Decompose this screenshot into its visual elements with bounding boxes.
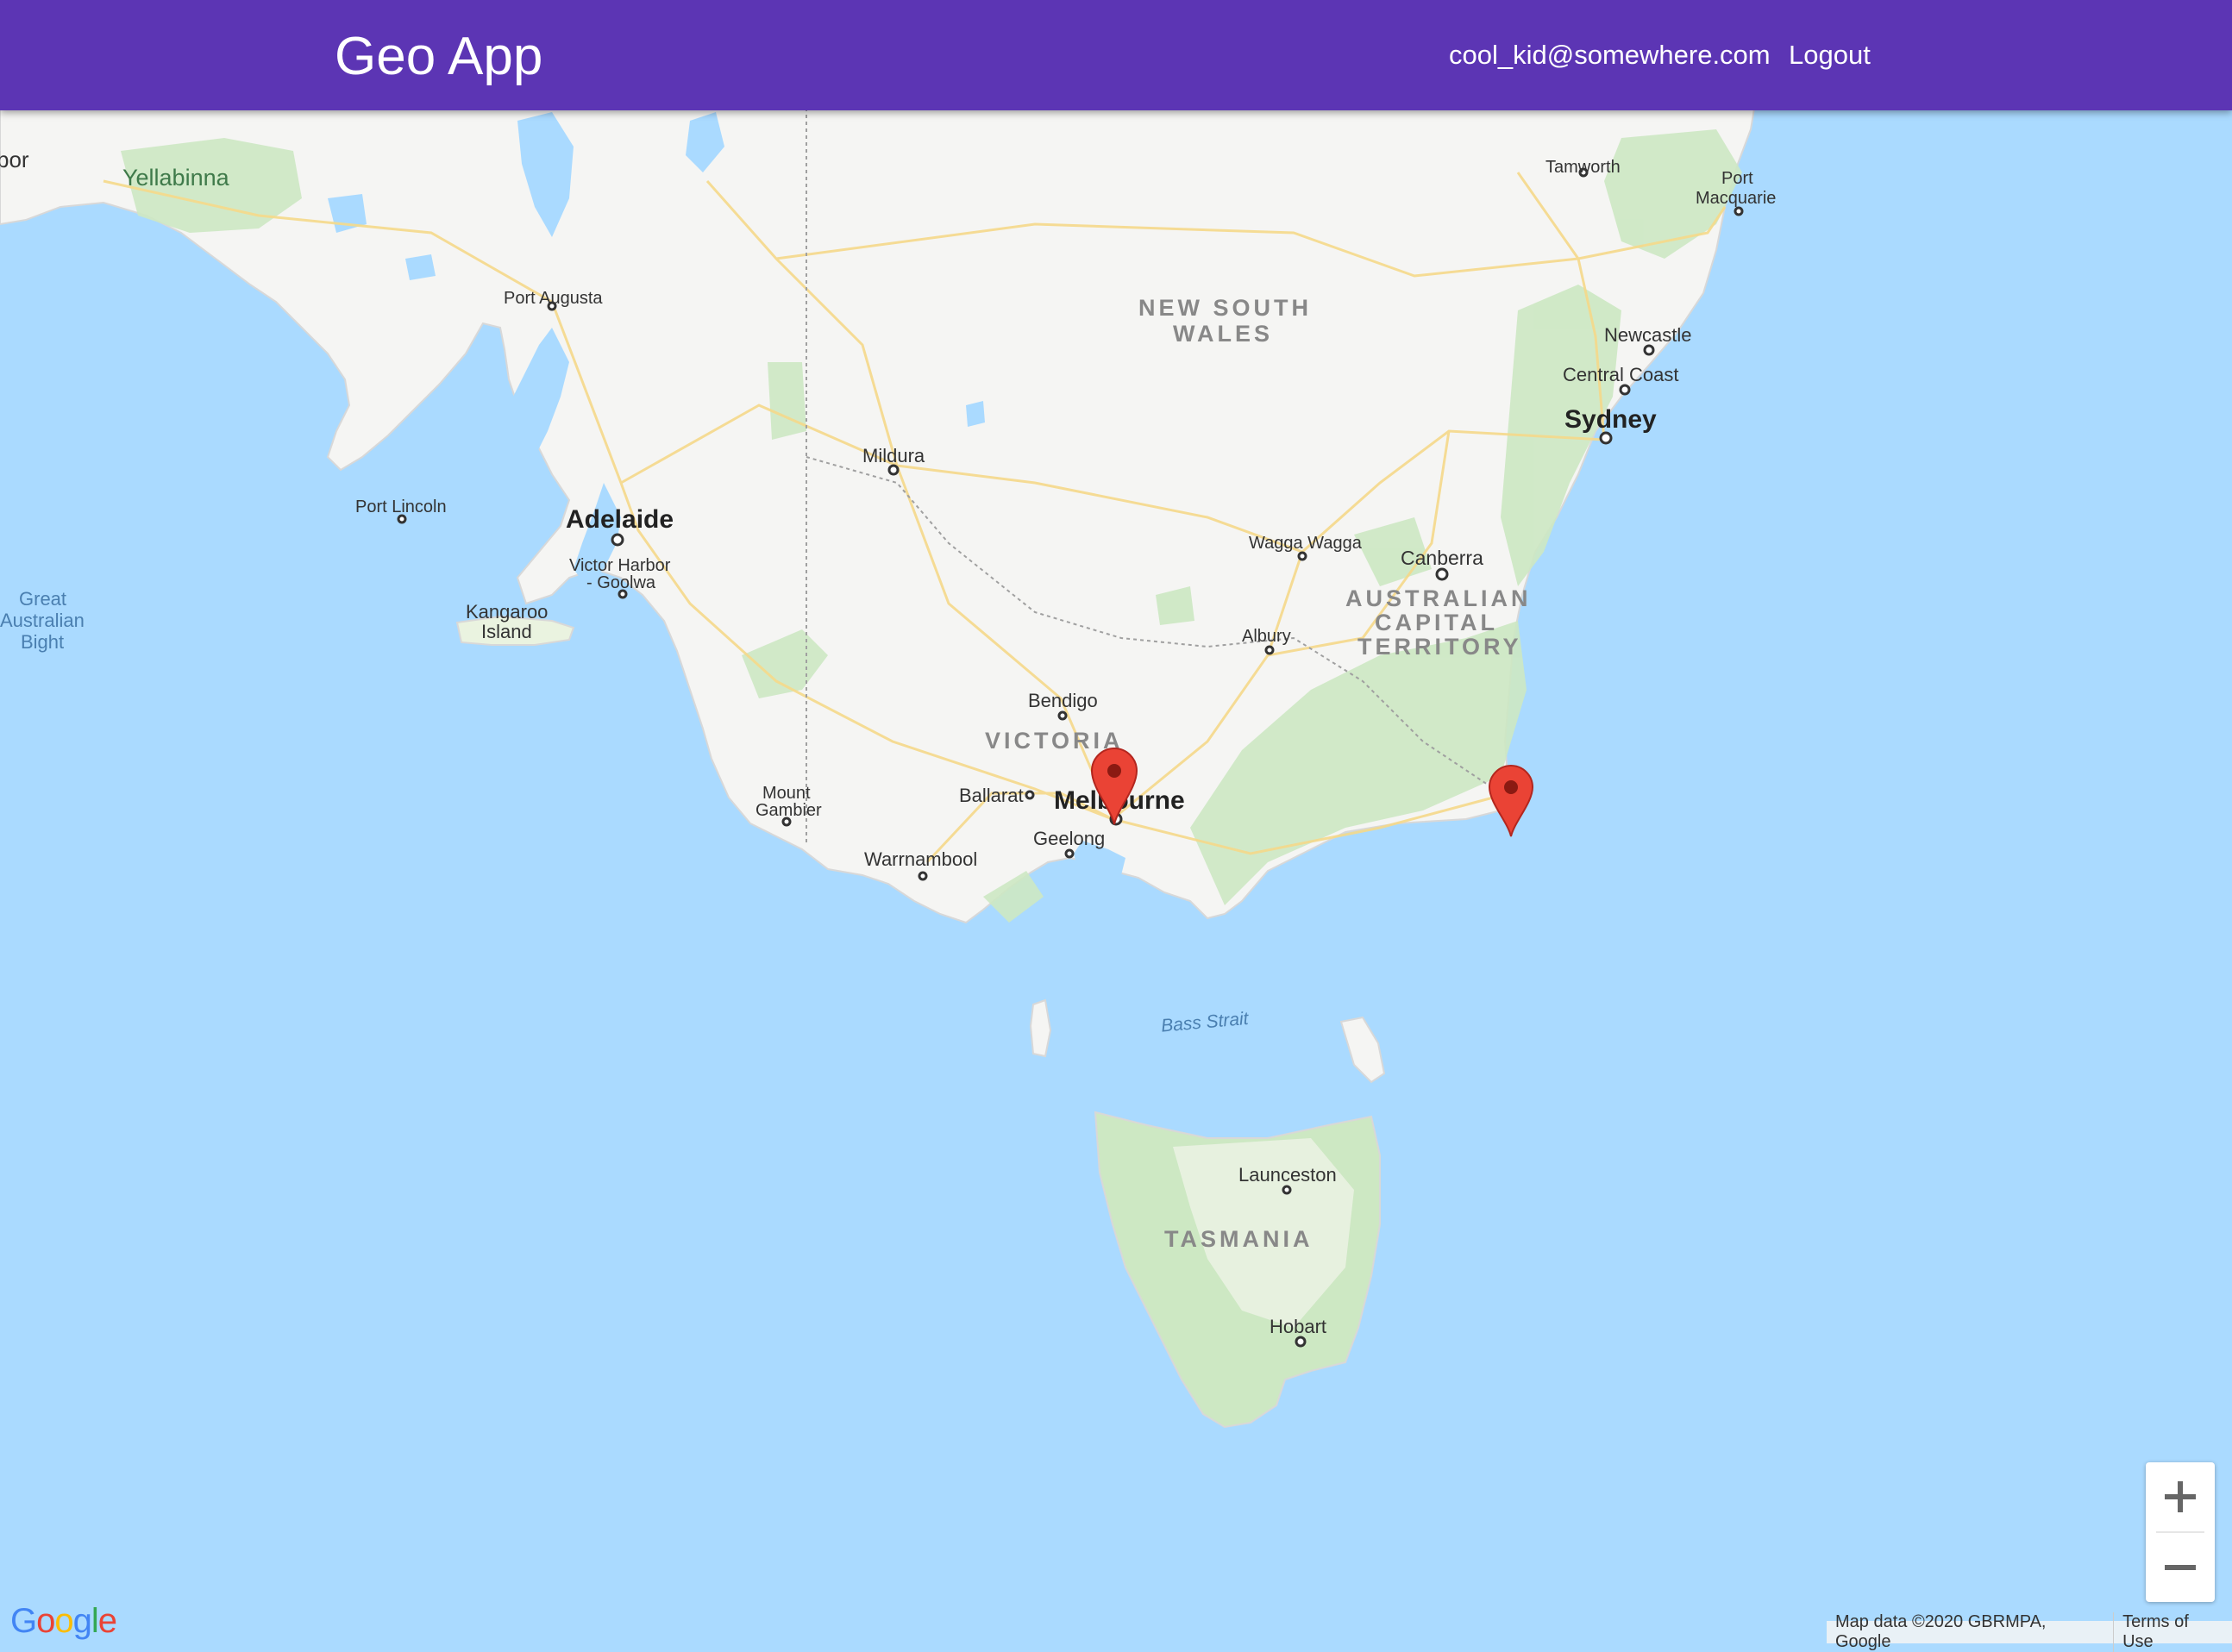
map-label-albury: Albury xyxy=(1242,627,1291,646)
bendigo-dot xyxy=(1057,710,1068,721)
king-island xyxy=(1029,998,1052,1058)
adelaide-dot xyxy=(611,533,624,547)
map-label-port-macquarie-1: Port xyxy=(1721,169,1753,188)
map-label-warrnambool: Warrnambool xyxy=(864,848,977,870)
plus-icon-v xyxy=(2178,1481,2183,1512)
mildura-dot xyxy=(887,464,900,476)
app-title: Geo App xyxy=(335,27,543,86)
google-logo[interactable]: Google xyxy=(10,1602,117,1641)
map-label-bor: bor xyxy=(0,147,29,172)
port-macquarie-dot xyxy=(1734,206,1744,216)
user-email: cool_kid@somewhere.com xyxy=(1449,40,1771,70)
map-label-port-macquarie-2: Macquarie xyxy=(1696,189,1776,208)
map-label-victoria: VICTORIA xyxy=(985,728,1124,754)
app-bar: Geo App cool_kid@somewhere.com Logout xyxy=(0,0,2232,110)
port-lincoln-dot xyxy=(397,514,407,524)
map-label-adelaide: Adelaide xyxy=(566,505,674,534)
map-label-sydney: Sydney xyxy=(1564,405,1657,434)
hobart-dot xyxy=(1295,1336,1307,1348)
central-coast-dot xyxy=(1619,384,1631,396)
logout-button[interactable]: Logout xyxy=(1789,40,1871,71)
map-label-ballarat: Ballarat xyxy=(959,785,1024,806)
zoom-out-button[interactable] xyxy=(2146,1533,2215,1602)
map-label-mount-gambier-1: Mount xyxy=(762,784,811,803)
map-label-bendigo: Bendigo xyxy=(1028,690,1098,711)
map-label-mount-gambier-2: Gambier xyxy=(755,801,822,820)
canberra-dot xyxy=(1435,567,1449,581)
map-label-gab-3: Bight xyxy=(21,631,64,653)
sydney-dot xyxy=(1599,431,1613,445)
map-label-gab-2: Australian xyxy=(0,610,85,631)
map-label-wagga: Wagga Wagga xyxy=(1249,534,1363,553)
terms-of-use-link[interactable]: Terms of Use xyxy=(2113,1612,2232,1652)
map-label-kangaroo-2: Island xyxy=(481,621,532,642)
geelong-dot xyxy=(1064,848,1075,859)
wagga-dot xyxy=(1297,551,1307,561)
map-label-port-augusta: Port Augusta xyxy=(504,289,603,308)
minus-icon xyxy=(2165,1565,2196,1570)
map-label-tasmania: TASMANIA xyxy=(1164,1226,1313,1252)
map-label-act-3: TERRITORY xyxy=(1357,634,1522,660)
map-label-victor-harbor-2: - Goolwa xyxy=(586,573,656,592)
zoom-control xyxy=(2146,1462,2215,1602)
map-label-yellabinna: Yellabinna xyxy=(122,165,230,191)
map-label-kangaroo-1: Kangaroo xyxy=(466,601,548,623)
launceston-dot xyxy=(1282,1185,1292,1195)
map-label-hobart: Hobart xyxy=(1270,1316,1326,1337)
attribution-text: Map data ©2020 GBRMPA, Google xyxy=(1835,1612,2047,1651)
map-label-tamworth: Tamworth xyxy=(1545,158,1621,177)
map-canvas[interactable]: bor Yellabinna Port Augusta Port Lincoln… xyxy=(0,0,2232,1643)
map-attribution: Map data ©2020 GBRMPA, Google Terms of U… xyxy=(1827,1612,2232,1652)
map-label-nsw-2: WALES xyxy=(1173,321,1273,347)
map-label-act-1: AUSTRALIAN xyxy=(1345,585,1532,611)
map-label-central-coast: Central Coast xyxy=(1563,364,1679,385)
albury-dot xyxy=(1264,645,1275,655)
map-label-geelong: Geelong xyxy=(1033,828,1105,849)
map-svg: bor Yellabinna Port Augusta Port Lincoln… xyxy=(0,0,2232,1643)
map-label-gab-1: Great xyxy=(19,588,66,610)
ballarat-dot xyxy=(1025,790,1035,800)
map-label-victor-harbor-1: Victor Harbor xyxy=(569,556,671,575)
map-label-port-lincoln: Port Lincoln xyxy=(355,497,447,516)
map-label-act-2: CAPITAL xyxy=(1375,610,1498,635)
newcastle-dot xyxy=(1643,344,1655,356)
map-label-mildura: Mildura xyxy=(862,445,925,466)
warrnambool-dot xyxy=(918,871,928,881)
map-label-launceston: Launceston xyxy=(1238,1164,1337,1186)
map-label-canberra: Canberra xyxy=(1401,547,1483,569)
map-label-newcastle: Newcastle xyxy=(1604,324,1691,346)
map-label-nsw-1: NEW SOUTH xyxy=(1138,295,1312,321)
zoom-in-button[interactable] xyxy=(2146,1462,2215,1531)
